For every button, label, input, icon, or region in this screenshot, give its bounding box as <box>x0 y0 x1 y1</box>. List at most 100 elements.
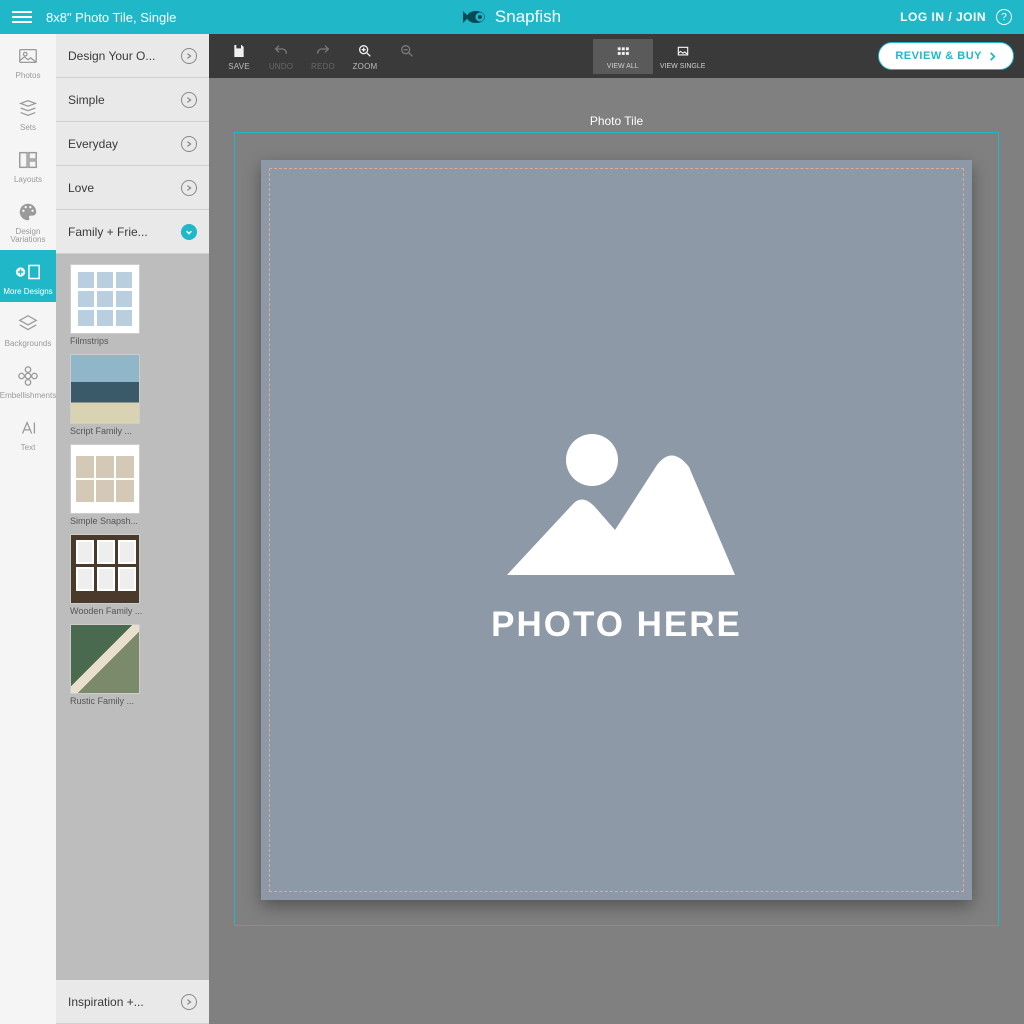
category-label: Love <box>68 181 94 195</box>
sets-icon <box>14 96 42 120</box>
grid-icon <box>614 43 632 61</box>
product-title: 8x8" Photo Tile, Single <box>46 10 176 25</box>
category-everyday[interactable]: Everyday <box>56 122 209 166</box>
view-label: VIEW SINGLE <box>660 63 706 70</box>
view-switch: VIEW ALL VIEW SINGLE <box>593 39 713 74</box>
editor-toolbar: SAVE UNDO REDO ZOOM VIEW ALL <box>209 34 1024 78</box>
tool-label: Backgrounds <box>5 340 52 348</box>
photo-tile[interactable]: PHOTO HERE <box>261 160 972 900</box>
design-item-script-family[interactable]: Script Family ... <box>70 354 195 436</box>
design-name: Filmstrips <box>70 336 150 346</box>
menu-icon[interactable] <box>12 7 32 27</box>
design-item-wooden-family[interactable]: Wooden Family ... <box>70 534 195 616</box>
login-join-link[interactable]: LOG IN / JOIN <box>900 10 986 24</box>
fish-icon <box>463 9 489 25</box>
design-name: Wooden Family ... <box>70 606 150 616</box>
category-label: Family + Frie... <box>68 225 148 239</box>
backgrounds-icon <box>14 312 42 336</box>
chevron-down-icon <box>181 224 197 240</box>
single-icon <box>674 43 692 61</box>
category-label: Everyday <box>68 137 118 151</box>
embellishments-icon <box>14 364 42 388</box>
photo-placeholder-icon <box>497 415 737 585</box>
tool-embellishments[interactable]: Embellishments <box>0 354 56 406</box>
tool-layouts[interactable]: Layouts <box>0 138 56 190</box>
category-label: Inspiration +... <box>68 995 144 1009</box>
design-item-filmstrips[interactable]: Filmstrips <box>70 264 195 346</box>
redo-button[interactable]: REDO <box>303 42 343 71</box>
view-single-button[interactable]: VIEW SINGLE <box>653 39 713 74</box>
view-all-button[interactable]: VIEW ALL <box>593 39 653 74</box>
zoom-icon <box>356 42 374 60</box>
design-name: Rustic Family ... <box>70 696 150 706</box>
toolbar-label: REDO <box>311 62 335 71</box>
design-name: Script Family ... <box>70 426 150 436</box>
design-thumbnail <box>70 444 140 514</box>
redo-icon <box>314 42 332 60</box>
category-love[interactable]: Love <box>56 166 209 210</box>
chevron-right-icon <box>181 48 197 64</box>
tool-label: More Designs <box>3 288 52 296</box>
tool-text[interactable]: Text <box>0 406 56 458</box>
tool-photos[interactable]: Photos <box>0 34 56 86</box>
save-icon <box>230 42 248 60</box>
design-item-rustic-family[interactable]: Rustic Family ... <box>70 624 195 706</box>
brand-name: Snapfish <box>495 7 561 27</box>
review-buy-label: REVIEW & BUY <box>895 50 982 62</box>
photo-icon <box>14 44 42 68</box>
zoom-button[interactable]: ZOOM <box>345 42 385 71</box>
toolbar-label: SAVE <box>228 62 250 71</box>
chevron-right-icon <box>181 994 197 1010</box>
save-button[interactable]: SAVE <box>219 42 259 71</box>
undo-button[interactable]: UNDO <box>261 42 301 71</box>
layouts-icon <box>14 148 42 172</box>
designs-panel: Design Your O... Simple Everyday Love Fa… <box>56 34 209 1024</box>
canvas[interactable]: Photo Tile PHOTO HERE <box>209 78 1024 1024</box>
chevron-right-icon <box>181 180 197 196</box>
editor: SAVE UNDO REDO ZOOM VIEW ALL <box>209 34 1024 1024</box>
photo-placeholder-text: PHOTO HERE <box>491 605 742 645</box>
zoom-out-icon <box>398 42 416 60</box>
canvas-title: Photo Tile <box>209 114 1024 128</box>
help-icon[interactable]: ? <box>996 9 1012 25</box>
tool-label: Text <box>21 444 36 452</box>
tool-label: Embellishments <box>0 392 56 400</box>
design-name: Simple Snapsh... <box>70 516 150 526</box>
tool-label: Sets <box>20 124 36 132</box>
category-simple[interactable]: Simple <box>56 78 209 122</box>
design-list: Filmstrips Script Family ... Simple Snap… <box>56 254 209 980</box>
design-thumbnail <box>70 534 140 604</box>
category-design-your-own[interactable]: Design Your O... <box>56 34 209 78</box>
chevron-right-icon <box>988 52 997 61</box>
design-thumbnail <box>70 624 140 694</box>
toolstrip: Photos Sets Layouts Design Variations Mo… <box>0 34 56 1024</box>
view-label: VIEW ALL <box>607 63 639 70</box>
photo-placeholder[interactable]: PHOTO HERE <box>261 160 972 900</box>
chevron-right-icon <box>181 92 197 108</box>
toolbar-label <box>406 62 408 71</box>
palette-icon <box>14 200 42 224</box>
category-inspiration[interactable]: Inspiration +... <box>56 980 209 1024</box>
review-buy-button[interactable]: REVIEW & BUY <box>878 42 1014 70</box>
chevron-right-icon <box>181 136 197 152</box>
more-designs-icon <box>14 260 42 284</box>
toolbar-label: UNDO <box>269 62 293 71</box>
tool-label: Design Variations <box>2 228 54 244</box>
category-family-friends[interactable]: Family + Frie... <box>56 210 209 254</box>
category-label: Simple <box>68 93 105 107</box>
topbar: 8x8" Photo Tile, Single Snapfish LOG IN … <box>0 0 1024 34</box>
category-label: Design Your O... <box>68 49 155 63</box>
text-icon <box>14 416 42 440</box>
tool-design-variations[interactable]: Design Variations <box>0 190 56 250</box>
undo-icon <box>272 42 290 60</box>
brand-logo[interactable]: Snapfish <box>463 7 561 27</box>
design-item-simple-snapshots[interactable]: Simple Snapsh... <box>70 444 195 526</box>
tool-more-designs[interactable]: More Designs <box>0 250 56 302</box>
design-thumbnail <box>70 264 140 334</box>
tool-label: Photos <box>16 72 41 80</box>
tool-backgrounds[interactable]: Backgrounds <box>0 302 56 354</box>
toolbar-label: ZOOM <box>353 62 378 71</box>
tool-sets[interactable]: Sets <box>0 86 56 138</box>
tool-label: Layouts <box>14 176 42 184</box>
zoom-out-button[interactable] <box>387 42 427 71</box>
